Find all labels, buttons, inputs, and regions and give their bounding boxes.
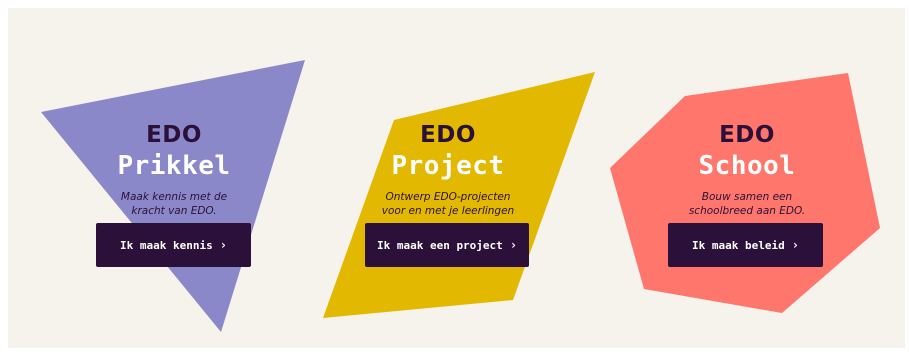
ik-maak-een-project-button[interactable]: Ik maak een project › xyxy=(365,223,529,267)
ik-maak-beleid-button[interactable]: Ik maak beleid › xyxy=(668,223,823,267)
card-title: Prikkel xyxy=(117,151,231,181)
card-description: Ontwerp EDO-projecten voor en met je lee… xyxy=(381,191,515,217)
card-project: EDO Project Ontwerp EDO-projecten voor e… xyxy=(308,8,608,348)
ik-maak-kennis-button[interactable]: Ik maak kennis › xyxy=(96,223,251,267)
button-label: Ik maak kennis xyxy=(120,238,213,252)
card-description: Maak kennis met de kracht van EDO. xyxy=(120,191,228,217)
button-label: Ik maak beleid xyxy=(692,238,785,252)
card-school: EDO School Bouw samen een schoolbreed aa… xyxy=(604,8,905,348)
card-brand: EDO xyxy=(420,122,476,148)
chevron-right-icon: › xyxy=(509,238,518,252)
card-title: Project xyxy=(391,151,505,181)
card-brand: EDO xyxy=(146,122,202,148)
card-title: School xyxy=(698,151,796,181)
card-description: Bouw samen een schoolbreed aan EDO. xyxy=(688,191,806,217)
chevron-right-icon: › xyxy=(219,238,227,252)
button-label: Ik maak een project xyxy=(376,238,503,252)
card-prikkel: EDO Prikkel Maak kennis met de kracht va… xyxy=(8,8,328,348)
chevron-right-icon: › xyxy=(791,238,799,252)
edo-offer-section: EDO Prikkel Maak kennis met de kracht va… xyxy=(8,8,905,348)
card-brand: EDO xyxy=(719,122,775,148)
